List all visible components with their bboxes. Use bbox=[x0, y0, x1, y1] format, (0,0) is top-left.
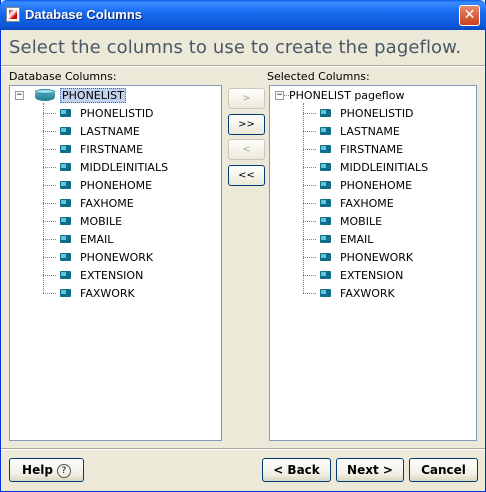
tree-connector bbox=[43, 167, 56, 168]
tree-connector bbox=[43, 239, 56, 240]
column-item[interactable]: PHONELISTID bbox=[80, 106, 154, 121]
column-icon bbox=[60, 181, 72, 190]
column-icon bbox=[320, 253, 332, 262]
next-button[interactable]: Next > bbox=[336, 458, 404, 482]
add-column-button[interactable]: > bbox=[228, 88, 265, 109]
column-item[interactable]: FAXHOME bbox=[340, 196, 394, 211]
selected-columns-label: Selected Columns: bbox=[267, 70, 370, 83]
close-button[interactable]: ✕ bbox=[459, 5, 480, 26]
tree-connector bbox=[303, 293, 316, 294]
tree-connector bbox=[303, 221, 316, 222]
tree-connector bbox=[43, 185, 56, 186]
tree-connector bbox=[43, 293, 56, 294]
column-item[interactable]: MIDDLEINITIALS bbox=[340, 160, 428, 175]
column-icon bbox=[60, 199, 72, 208]
column-icon bbox=[320, 145, 332, 154]
window-title: Database Columns bbox=[25, 7, 143, 22]
column-icon bbox=[320, 127, 332, 136]
tree-connector bbox=[43, 131, 56, 132]
column-item[interactable]: MOBILE bbox=[80, 214, 122, 229]
tree-connector bbox=[303, 167, 316, 168]
column-item[interactable]: MIDDLEINITIALS bbox=[80, 160, 168, 175]
column-item[interactable]: EXTENSION bbox=[80, 268, 143, 283]
tree-connector bbox=[43, 275, 56, 276]
tree-connector bbox=[303, 203, 316, 204]
tree-root-node[interactable]: PHONELIST pageflow bbox=[289, 88, 404, 103]
column-icon bbox=[60, 289, 72, 298]
header-divider bbox=[1, 65, 485, 67]
column-icon bbox=[320, 289, 332, 298]
tree-connector bbox=[303, 131, 316, 132]
column-icon bbox=[60, 235, 72, 244]
tree-connector bbox=[303, 113, 316, 114]
column-item[interactable]: PHONEWORK bbox=[80, 250, 153, 265]
column-icon bbox=[320, 163, 332, 172]
back-button[interactable]: < Back bbox=[262, 458, 331, 482]
remove-all-columns-button[interactable]: << bbox=[228, 165, 265, 186]
help-button[interactable]: Help? bbox=[9, 458, 84, 482]
column-item[interactable]: FIRSTNAME bbox=[80, 142, 143, 157]
app-icon bbox=[6, 7, 20, 22]
column-item[interactable]: PHONEHOME bbox=[80, 178, 152, 193]
column-icon bbox=[320, 235, 332, 244]
tree-connector bbox=[303, 185, 316, 186]
tree-connector bbox=[43, 149, 56, 150]
column-icon bbox=[320, 181, 332, 190]
column-item[interactable]: LASTNAME bbox=[80, 124, 140, 139]
tree-expander-icon[interactable]: − bbox=[275, 91, 284, 100]
database-columns-dialog: Database Columns ✕ Select the columns to… bbox=[0, 0, 486, 492]
column-item[interactable]: MOBILE bbox=[340, 214, 382, 229]
help-icon: ? bbox=[56, 463, 71, 478]
column-item[interactable]: EMAIL bbox=[80, 232, 113, 247]
column-item[interactable]: PHONELISTID bbox=[340, 106, 414, 121]
column-item[interactable]: PHONEWORK bbox=[340, 250, 413, 265]
tree-connector bbox=[43, 203, 56, 204]
column-item[interactable]: EMAIL bbox=[340, 232, 373, 247]
selected-columns-tree[interactable]: − PHONELIST pageflow PHONELISTID LASTNAME FI… bbox=[269, 85, 477, 441]
column-item[interactable]: FAXHOME bbox=[80, 196, 134, 211]
column-item[interactable]: FAXWORK bbox=[80, 286, 135, 301]
column-item[interactable]: FIRSTNAME bbox=[340, 142, 403, 157]
column-icon bbox=[60, 127, 72, 136]
column-icon bbox=[60, 145, 72, 154]
column-icon bbox=[320, 271, 332, 280]
tree-root-node[interactable]: PHONELIST bbox=[60, 88, 126, 103]
page-headline: Select the columns to use to create the … bbox=[9, 37, 462, 58]
tree-connector bbox=[43, 221, 56, 222]
column-icon bbox=[60, 109, 72, 118]
tree-expander-icon[interactable]: − bbox=[15, 91, 24, 100]
tree-connector bbox=[303, 275, 316, 276]
column-item[interactable]: FAXWORK bbox=[340, 286, 395, 301]
footer-divider bbox=[1, 448, 485, 450]
column-icon bbox=[60, 163, 72, 172]
tree-connector bbox=[303, 149, 316, 150]
remove-column-button[interactable]: < bbox=[228, 139, 265, 160]
title-bar[interactable]: Database Columns ✕ bbox=[0, 0, 486, 30]
add-all-columns-button[interactable]: >> bbox=[228, 114, 265, 135]
tree-connector bbox=[43, 257, 56, 258]
database-columns-tree[interactable]: − PHONELIST PHONELISTID LASTNAME FIRSTNAME MI… bbox=[9, 85, 222, 441]
column-item[interactable]: LASTNAME bbox=[340, 124, 400, 139]
column-icon bbox=[320, 109, 332, 118]
column-icon bbox=[60, 271, 72, 280]
column-icon bbox=[320, 217, 332, 226]
tree-connector bbox=[43, 113, 56, 114]
column-icon bbox=[320, 199, 332, 208]
column-item[interactable]: EXTENSION bbox=[340, 268, 403, 283]
help-button-label: Help bbox=[22, 463, 53, 477]
column-item[interactable]: PHONEHOME bbox=[340, 178, 412, 193]
tree-root-label: PHONELIST pageflow bbox=[289, 89, 405, 102]
database-icon bbox=[35, 89, 55, 102]
column-icon bbox=[60, 217, 72, 226]
tree-root-label: PHONELIST bbox=[60, 88, 126, 103]
database-columns-label: Database Columns: bbox=[9, 70, 117, 83]
tree-connector bbox=[303, 257, 316, 258]
tree-connector bbox=[303, 239, 316, 240]
cancel-button[interactable]: Cancel bbox=[409, 458, 478, 482]
column-icon bbox=[60, 253, 72, 262]
